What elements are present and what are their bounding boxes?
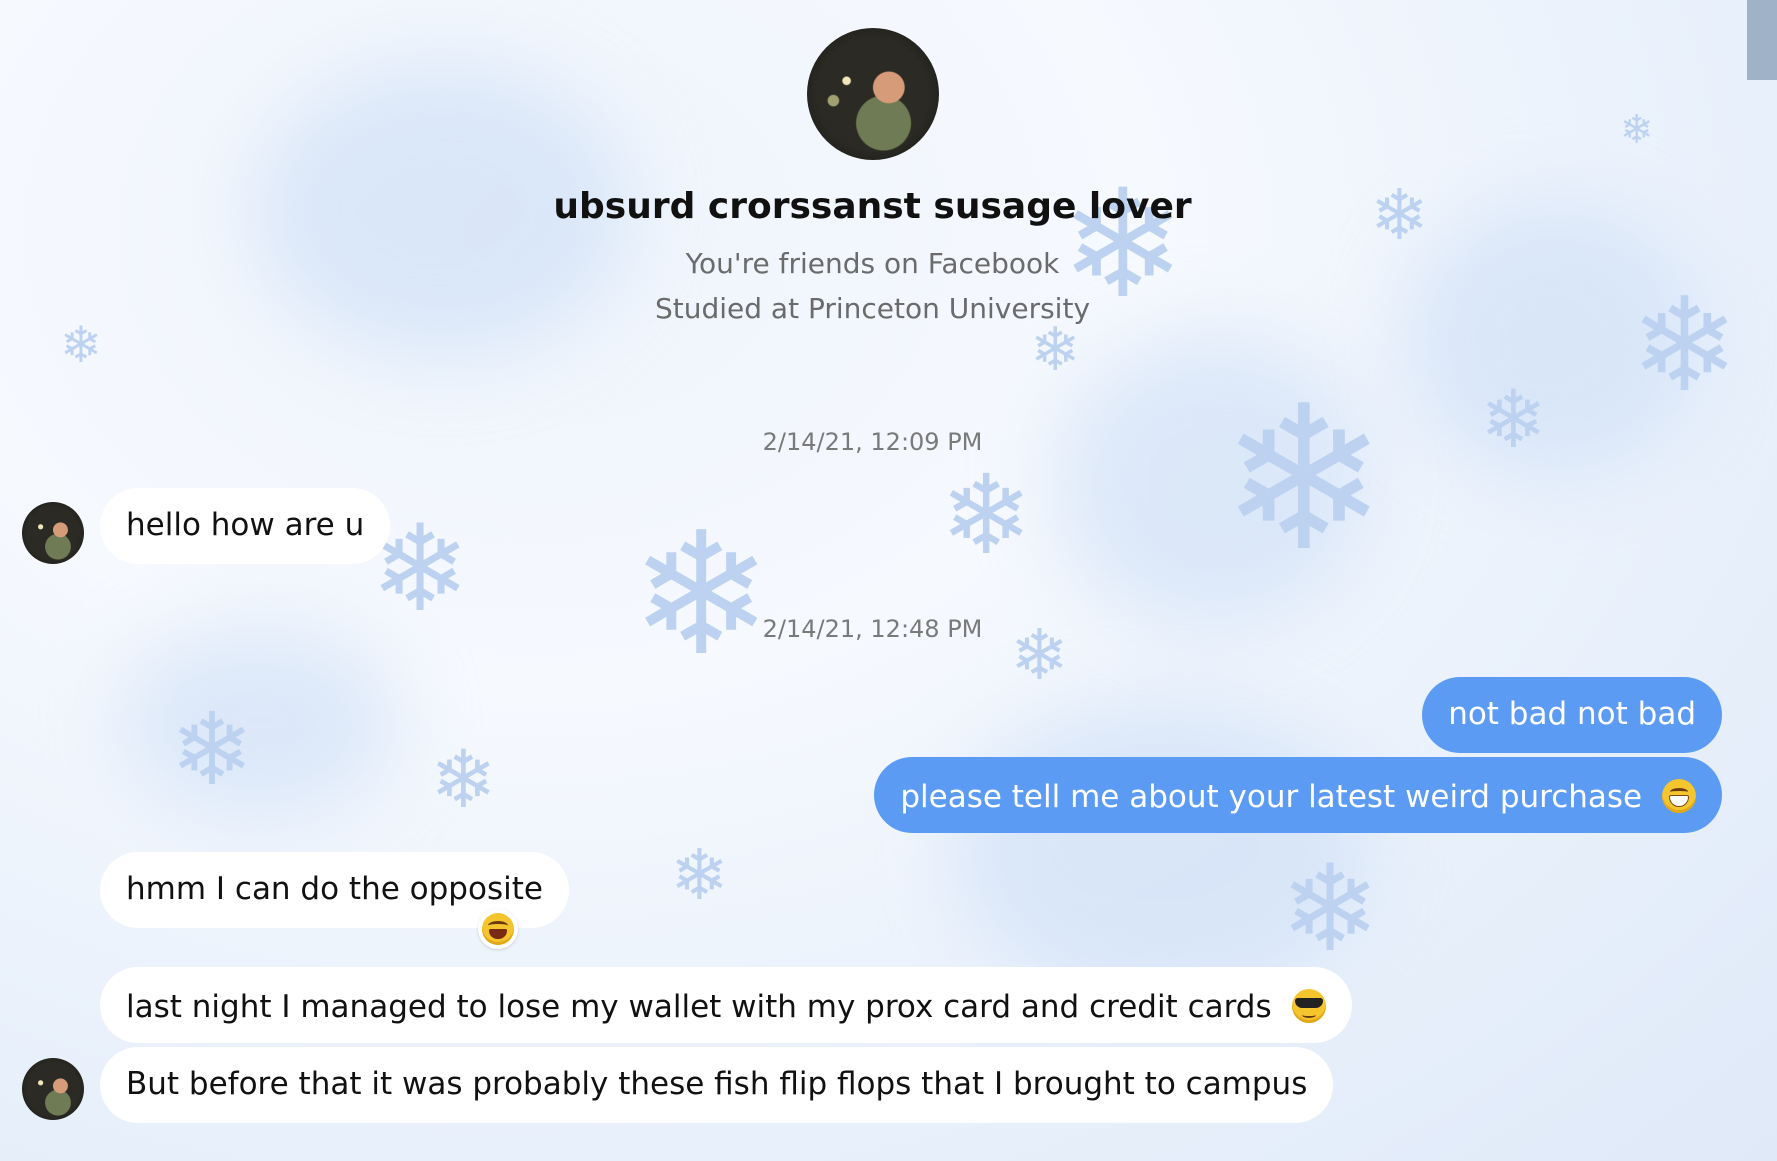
snowflake-icon: ❄ xyxy=(630,496,773,694)
timestamp: 2/14/21, 12:09 PM xyxy=(762,428,983,456)
message-text: But before that it was probably these fi… xyxy=(126,1066,1308,1102)
snowflake-icon: ❄ xyxy=(670,834,729,916)
friendship-status: You're friends on Facebook xyxy=(685,247,1060,280)
laughing-face-icon xyxy=(482,913,514,945)
contact-avatar[interactable] xyxy=(806,28,939,160)
sunglasses-face-icon xyxy=(1291,989,1326,1023)
message-reaction[interactable] xyxy=(478,909,518,949)
message-bubble-outgoing[interactable]: not bad not bad xyxy=(1422,677,1722,753)
message-text: hmm I can do the opposite xyxy=(126,871,543,907)
sender-avatar[interactable] xyxy=(22,1058,84,1120)
snowflake-icon: ❄ xyxy=(1280,840,1381,979)
message-text: hello how are u xyxy=(126,507,365,543)
snowflake-icon: ❄ xyxy=(940,451,1033,579)
message-text: not bad not bad xyxy=(1448,696,1696,732)
scrollbar-thumb[interactable] xyxy=(1747,0,1777,80)
snowflake-icon: ❄ xyxy=(60,316,102,374)
sender-avatar[interactable] xyxy=(22,502,84,564)
message-text: please tell me about your latest weird p… xyxy=(900,779,1643,815)
snowflake-icon: ❄ xyxy=(170,691,254,808)
message-bubble-outgoing[interactable]: please tell me about your latest weird p… xyxy=(874,757,1722,833)
timestamp: 2/14/21, 12:48 PM xyxy=(762,615,983,643)
snowflake-icon: ❄ xyxy=(1220,363,1388,596)
snowflake-icon: ❄ xyxy=(430,733,498,826)
message-bubble-incoming[interactable]: But before that it was probably these fi… xyxy=(100,1047,1334,1123)
contact-name: ubsurd crorssanst susage lover xyxy=(553,186,1192,227)
message-text: last night I managed to lose my wallet w… xyxy=(126,989,1272,1025)
message-bubble-incoming[interactable]: last night I managed to lose my wallet w… xyxy=(100,967,1352,1043)
contact-header: ubsurd crorssanst susage lover You're fr… xyxy=(0,28,1745,325)
grin-face-icon xyxy=(1662,779,1696,813)
message-bubble-incoming[interactable]: hello how are u xyxy=(100,488,391,564)
snowflake-icon: ❄ xyxy=(1030,315,1081,385)
education-info: Studied at Princeton University xyxy=(654,292,1091,325)
